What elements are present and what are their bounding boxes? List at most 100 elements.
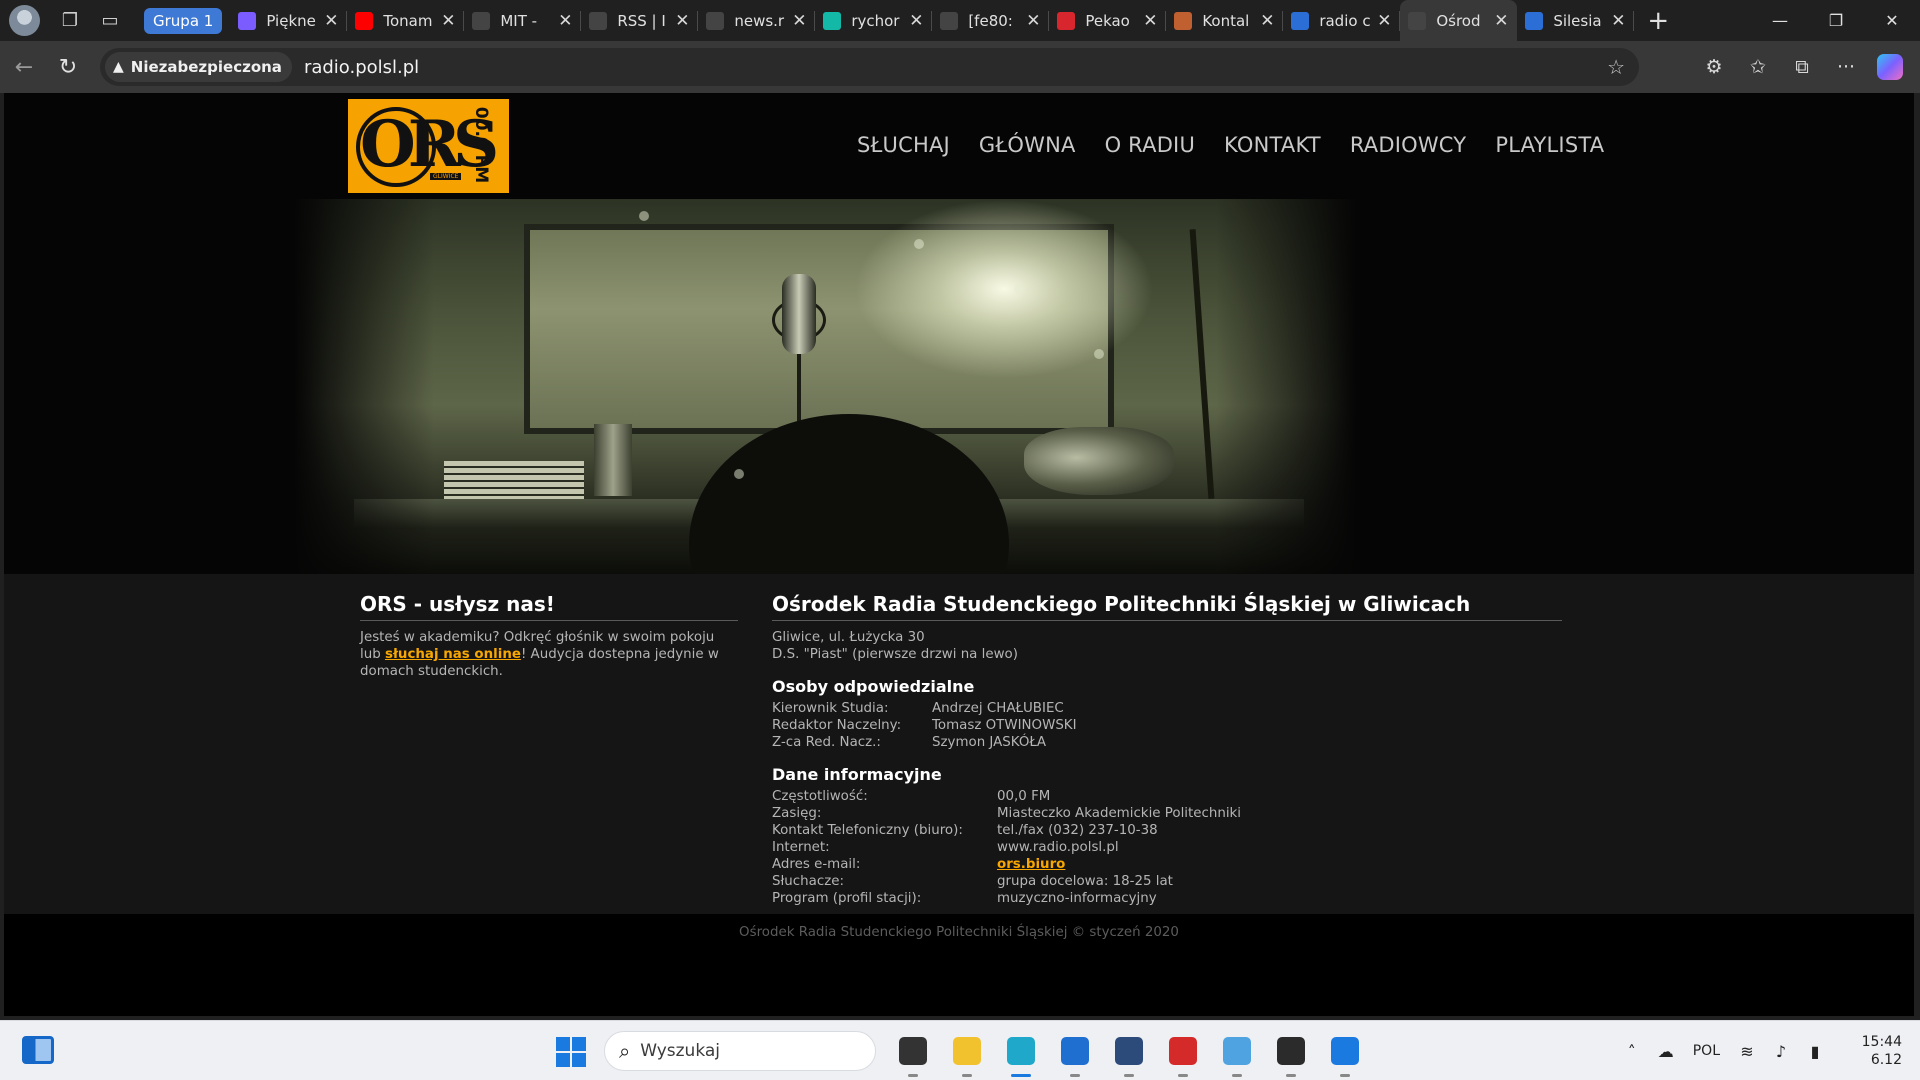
browser-tab[interactable]: RSS | I ✕ <box>581 0 699 41</box>
info-row: Kontakt Telefoniczny (biuro): tel./fax (0… <box>772 822 1562 839</box>
vignette-left <box>294 199 434 574</box>
start-button[interactable] <box>556 1037 586 1067</box>
pen-icon <box>1174 11 1193 30</box>
nav-link[interactable]: O RADIU <box>1105 133 1195 157</box>
info-key: Kontakt Telefoniczny (biuro): <box>772 823 963 838</box>
taskbar-app[interactable] <box>994 1029 1048 1077</box>
info-key: Adres e-mail: <box>772 857 861 872</box>
favorite-star-icon[interactable]: ☆ <box>1607 55 1625 79</box>
cd-stack <box>444 461 584 499</box>
tab-title: Pekao <box>1085 11 1130 30</box>
close-tab-icon[interactable]: ✕ <box>1259 11 1275 31</box>
volume-icon[interactable]: ♪ <box>1764 1042 1798 1061</box>
taskbar-app[interactable] <box>1318 1029 1372 1077</box>
browser-tab[interactable]: radio c ✕ <box>1283 0 1401 41</box>
url-text[interactable]: radio.polsl.pl <box>304 57 419 78</box>
document-icon <box>940 11 959 30</box>
close-tab-icon[interactable]: ✕ <box>1376 11 1392 31</box>
address-bar[interactable]: ▲ Niezabezpieczona radio.polsl.pl ☆ <box>100 48 1639 86</box>
reload-button[interactable]: ↻ <box>46 45 90 89</box>
taskbar-app[interactable] <box>940 1029 994 1077</box>
tab-title: Silesia <box>1553 11 1602 30</box>
nav-link[interactable]: PLAYLISTA <box>1495 133 1604 157</box>
taskbar-app[interactable] <box>1210 1029 1264 1077</box>
microphone-icon <box>782 274 816 354</box>
battery-icon[interactable]: ▮ <box>1798 1042 1832 1061</box>
station-heading: Ośrodek Radia Studenckiego Politechniki … <box>772 592 1562 621</box>
taskbar-app[interactable] <box>1048 1029 1102 1077</box>
bars-icon <box>589 11 608 30</box>
person-name: Szymon JASKÓŁA <box>932 735 1047 750</box>
person-row: Redaktor Naczelny: Tomasz OTWINOWSKI <box>772 717 1562 734</box>
close-tab-icon[interactable]: ✕ <box>674 11 690 31</box>
clock[interactable]: 15:44 6.12 <box>1832 1033 1920 1069</box>
globe-icon <box>706 11 725 30</box>
close-tab-icon[interactable]: ✕ <box>1025 11 1041 31</box>
close-window-icon[interactable]: ✕ <box>1864 0 1920 41</box>
close-tab-icon[interactable]: ✕ <box>1610 11 1626 31</box>
tab-group-label[interactable]: Grupa 1 <box>144 7 223 34</box>
profile-avatar[interactable] <box>9 5 40 36</box>
restore-icon[interactable]: ❐ <box>1808 0 1864 41</box>
nav-link[interactable]: RADIOWCY <box>1350 133 1467 157</box>
window-controls: — ❐ ✕ <box>1752 0 1920 41</box>
back-button[interactable]: ← <box>2 45 46 89</box>
browser-tab[interactable]: Kontal ✕ <box>1166 0 1284 41</box>
language-indicator[interactable]: POL <box>1693 1043 1720 1059</box>
close-tab-icon[interactable]: ✕ <box>440 11 456 31</box>
nav-link[interactable]: SŁUCHAJ <box>857 133 950 157</box>
close-tab-icon[interactable]: ✕ <box>1493 11 1509 31</box>
browser-tab[interactable]: Ośrod ✕ <box>1400 0 1518 41</box>
dust-particle <box>1014 284 1024 294</box>
pinned-apps <box>886 1029 1372 1077</box>
email-link[interactable]: ors.biuro <box>997 856 1065 873</box>
close-tab-icon[interactable]: ✕ <box>1142 11 1158 31</box>
window-light <box>854 199 1154 379</box>
widgets-icon[interactable] <box>22 1036 54 1064</box>
browser-tab[interactable]: rychor ✕ <box>815 0 933 41</box>
security-indicator[interactable]: ▲ Niezabezpieczona <box>105 52 292 82</box>
browser-tab[interactable]: [fe80: ✕ <box>932 0 1050 41</box>
new-tab-button[interactable]: + <box>1640 3 1676 39</box>
wifi-icon[interactable]: ≋ <box>1730 1042 1764 1061</box>
extensions-icon[interactable]: ⚙ <box>1692 45 1736 89</box>
collections-icon[interactable]: ⧉ <box>1780 45 1824 89</box>
taskbar-app[interactable] <box>886 1029 940 1077</box>
close-tab-icon[interactable]: ✕ <box>908 11 924 31</box>
browser-tab[interactable]: MIT - ✕ <box>464 0 582 41</box>
close-tab-icon[interactable]: ✕ <box>791 11 807 31</box>
listen-online-link[interactable]: słuchaj nas online <box>385 647 521 662</box>
taskbar-app[interactable] <box>1156 1029 1210 1077</box>
onedrive-cloud-icon[interactable]: ☁ <box>1649 1042 1683 1061</box>
browser-tab[interactable]: news.r ✕ <box>698 0 816 41</box>
workspaces-icon[interactable]: ❐ <box>50 1 90 41</box>
browser-tab[interactable]: Silesia ✕ <box>1517 0 1635 41</box>
nav-link[interactable]: KONTAKT <box>1224 133 1321 157</box>
pdf-reader-icon <box>1169 1037 1197 1065</box>
taskbar-app[interactable] <box>1102 1029 1156 1077</box>
browser-tab[interactable]: Tonam ✕ <box>347 0 465 41</box>
chevron-up-icon[interactable]: ˄ <box>1615 1042 1649 1061</box>
pekao-icon <box>1057 11 1076 30</box>
info-key: Częstotliwość: <box>772 789 868 804</box>
nav-link[interactable]: GŁÓWNA <box>979 133 1076 157</box>
browser-tab[interactable]: Pekao ✕ <box>1049 0 1167 41</box>
tab-title: [fe80: <box>968 11 1013 30</box>
close-tab-icon[interactable]: ✕ <box>557 11 573 31</box>
browser-tab[interactable]: Piękne ✕ <box>230 0 348 41</box>
task-view-icon <box>899 1037 927 1065</box>
taskbar-search[interactable]: ⌕ Wyszukaj <box>604 1031 876 1071</box>
close-tab-icon[interactable]: ✕ <box>323 11 339 31</box>
tab-actions-icon[interactable]: ▭ <box>90 1 130 41</box>
tab-title: radio c <box>1319 11 1371 30</box>
person-name: Tomasz OTWINOWSKI <box>932 718 1077 733</box>
ors-logo[interactable]: ORS 00.0 FM GLIWICE <box>348 99 509 193</box>
copilot-icon[interactable] <box>1877 54 1903 80</box>
info-value: www.radio.polsl.pl <box>997 840 1119 855</box>
bars-icon <box>472 11 491 30</box>
taskbar-app[interactable] <box>1264 1029 1318 1077</box>
favorites-icon[interactable]: ✩ <box>1736 45 1780 89</box>
start-tile <box>572 1053 586 1067</box>
more-menu-icon[interactable]: ··· <box>1824 45 1868 89</box>
minimize-icon[interactable]: — <box>1752 0 1808 41</box>
